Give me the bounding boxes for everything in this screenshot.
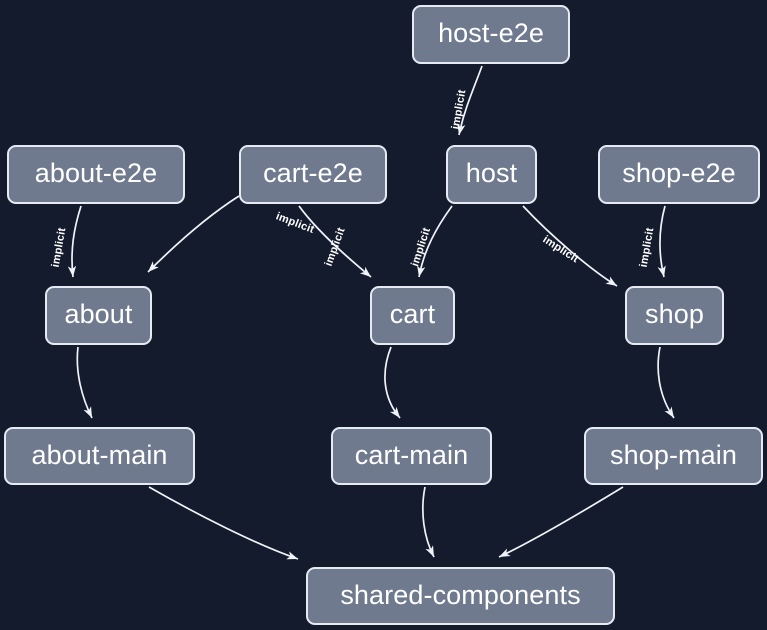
graph-node-about[interactable]: about	[45, 286, 152, 345]
graph-node-cart-e2e[interactable]: cart-e2e	[239, 145, 387, 204]
graph-node-host-e2e[interactable]: host-e2e	[412, 5, 570, 64]
graph-node-label: shop	[645, 299, 704, 329]
graph-node-label: about-main	[31, 439, 168, 470]
graph-node-shop[interactable]: shop	[625, 286, 724, 345]
graph-node-shared-components[interactable]: shared-components	[306, 567, 615, 625]
graph-node-layer: host-e2e about-e2e cart-e2e host shop-e2e abo…	[0, 0, 767, 630]
graph-node-label: cart-e2e	[263, 158, 363, 188]
graph-node-cart-main[interactable]: cart-main	[331, 427, 492, 485]
graph-node-label: shop-main	[610, 439, 737, 470]
graph-node-label: shared-components	[340, 579, 581, 610]
graph-node-about-main[interactable]: about-main	[4, 427, 195, 485]
graph-node-about-e2e[interactable]: about-e2e	[7, 145, 185, 204]
graph-node-shop-e2e[interactable]: shop-e2e	[598, 145, 760, 204]
graph-node-label: host	[465, 158, 518, 188]
graph-node-label: about	[64, 299, 133, 329]
graph-node-cart[interactable]: cart	[370, 286, 455, 345]
graph-node-label: cart-main	[354, 439, 469, 470]
graph-node-label: about-e2e	[34, 158, 158, 188]
graph-node-label: cart	[389, 299, 436, 329]
graph-node-shop-main[interactable]: shop-main	[584, 427, 763, 485]
dependency-graph-canvas: implicit implicit implicit implicit implicit…	[0, 0, 767, 630]
graph-node-label: shop-e2e	[622, 158, 736, 188]
graph-node-label: host-e2e	[438, 18, 544, 48]
graph-node-host[interactable]: host	[446, 145, 537, 204]
